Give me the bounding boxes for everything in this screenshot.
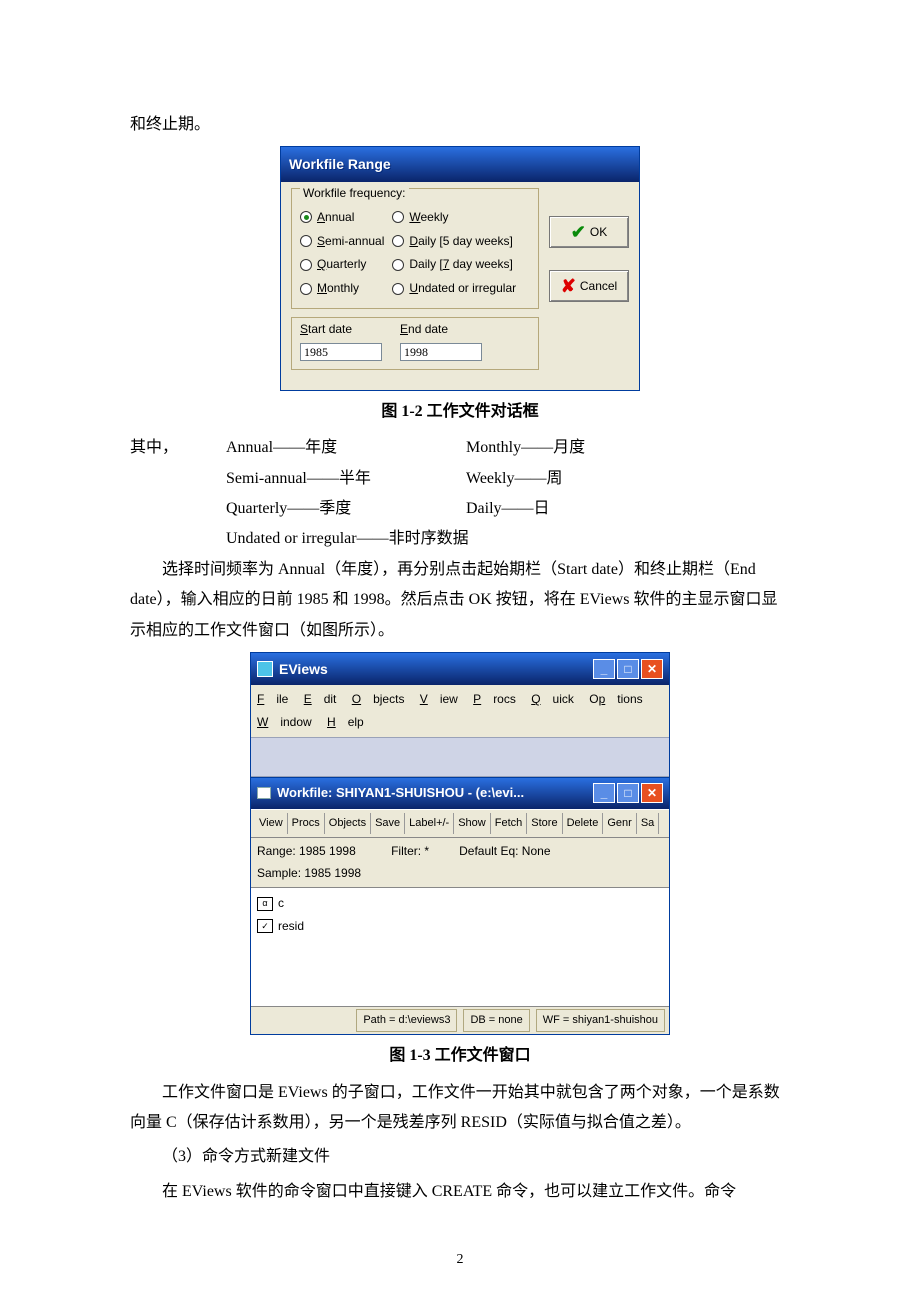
para-cmd-heading: （3）命令方式新建文件 xyxy=(130,1142,790,1172)
tb-show[interactable]: Show xyxy=(454,813,491,834)
page-number: 2 xyxy=(0,1247,920,1274)
menu-objects[interactable]: Objects xyxy=(352,692,405,706)
status-bar: Path = d:\eviews3 DB = none WF = shiyan1… xyxy=(251,1006,669,1034)
para-cmd-body: 在 EViews 软件的命令窗口中直接键入 CREATE 命令，也可以建立工作文… xyxy=(130,1177,790,1207)
status-wf: WF = shiyan1-shuishou xyxy=(536,1009,665,1032)
group-label: Workfile frequency: xyxy=(300,182,409,205)
radio-undated[interactable]: Undated or irregular xyxy=(392,277,516,300)
tb-genr[interactable]: Genr xyxy=(603,813,636,834)
date-group: Start date 1985 End date 1998 xyxy=(291,317,539,370)
start-date-input[interactable]: 1985 xyxy=(300,343,382,361)
radio-annual[interactable]: Annual xyxy=(300,206,384,229)
inner-close-button[interactable]: ✕ xyxy=(641,783,663,803)
object-c[interactable]: αc xyxy=(257,892,663,915)
status-db: DB = none xyxy=(463,1009,529,1032)
check-icon: ✔ xyxy=(571,215,586,249)
maximize-button[interactable]: □ xyxy=(617,659,639,679)
para-instructions: 选择时间频率为 Annual（年度），再分别点击起始期栏（Start date）… xyxy=(130,555,790,646)
workfile-window: Workfile: SHIYAN1-SHUISHOU - (e:\evi... … xyxy=(251,777,669,1034)
eviews-main-window: EViews _ □ ✕ File Edit Objects View Proc… xyxy=(250,652,670,1035)
status-path: Path = d:\eviews3 xyxy=(356,1009,457,1032)
coef-icon: α xyxy=(257,897,273,911)
tb-sample[interactable]: Sa xyxy=(637,813,659,834)
tb-delete[interactable]: Delete xyxy=(563,813,604,834)
menu-file[interactable]: File xyxy=(257,692,288,706)
menu-window[interactable]: Window xyxy=(257,715,312,729)
menu-help[interactable]: Help xyxy=(327,715,364,729)
dialog-titlebar: Workfile Range xyxy=(281,147,639,182)
radio-daily7[interactable]: Daily [7 day weeks] xyxy=(392,253,516,276)
ok-button[interactable]: ✔OK xyxy=(549,216,629,248)
end-date-input[interactable]: 1998 xyxy=(400,343,482,361)
defs-intro: 其中， xyxy=(130,433,226,555)
minimize-button[interactable]: _ xyxy=(593,659,615,679)
tb-label[interactable]: Label+/- xyxy=(405,813,454,834)
figure-1-2-caption: 图 1-2 工作文件对话框 xyxy=(130,397,790,427)
radio-semi-annual[interactable]: Semi-annual xyxy=(300,230,384,253)
menu-bar: File Edit Objects View Procs Quick Optio… xyxy=(251,685,669,737)
inner-minimize-button[interactable]: _ xyxy=(593,783,615,803)
radio-quarterly[interactable]: Quarterly xyxy=(300,253,384,276)
radio-monthly[interactable]: Monthly xyxy=(300,277,384,300)
tb-procs[interactable]: Procs xyxy=(288,813,325,834)
defeq-text: Default Eq: None xyxy=(459,840,550,886)
workfile-content: αc ✓resid xyxy=(251,888,669,1006)
tb-store[interactable]: Store xyxy=(527,813,562,834)
menu-options[interactable]: Options xyxy=(589,692,642,706)
x-icon: ✘ xyxy=(561,269,576,303)
filter-text: Filter: * xyxy=(391,840,429,886)
radio-weekly[interactable]: Weekly xyxy=(392,206,516,229)
menu-view[interactable]: View xyxy=(420,692,458,706)
workfile-range-dialog: Workfile Range Workfile frequency: Annua… xyxy=(280,146,640,390)
menu-quick[interactable]: Quick xyxy=(531,692,574,706)
cancel-button[interactable]: ✘Cancel xyxy=(549,270,629,302)
para-workfile-desc: 工作文件窗口是 EViews 的子窗口，工作文件一开始其中就包含了两个对象，一个… xyxy=(130,1078,790,1139)
app-titlebar: EViews _ □ ✕ xyxy=(251,653,669,686)
menu-procs[interactable]: Procs xyxy=(473,692,516,706)
sample-text: Sample: 1985 1998 xyxy=(257,862,361,885)
close-button[interactable]: ✕ xyxy=(641,659,663,679)
intro-line: 和终止期。 xyxy=(130,110,790,140)
command-area[interactable] xyxy=(251,737,669,777)
tb-fetch[interactable]: Fetch xyxy=(491,813,528,834)
start-date-label: Start date xyxy=(300,318,382,341)
app-icon xyxy=(257,661,273,677)
radio-daily5[interactable]: Daily [5 day weeks] xyxy=(392,230,516,253)
end-date-label: End date xyxy=(400,318,482,341)
object-resid[interactable]: ✓resid xyxy=(257,915,663,938)
figure-1-3-caption: 图 1-3 工作文件窗口 xyxy=(130,1041,790,1071)
workfile-toolbar: View Procs Objects Save Label+/- Show Fe… xyxy=(251,809,669,838)
range-text: Range: 1985 1998 xyxy=(257,840,361,863)
frequency-group: Workfile frequency: Annual Semi-annual Q… xyxy=(291,188,539,309)
tb-view[interactable]: View xyxy=(255,813,288,834)
tb-save[interactable]: Save xyxy=(371,813,405,834)
tb-objects[interactable]: Objects xyxy=(325,813,371,834)
inner-maximize-button[interactable]: □ xyxy=(617,783,639,803)
series-icon: ✓ xyxy=(257,919,273,933)
workfile-icon xyxy=(257,787,271,799)
menu-edit[interactable]: Edit xyxy=(304,692,337,706)
